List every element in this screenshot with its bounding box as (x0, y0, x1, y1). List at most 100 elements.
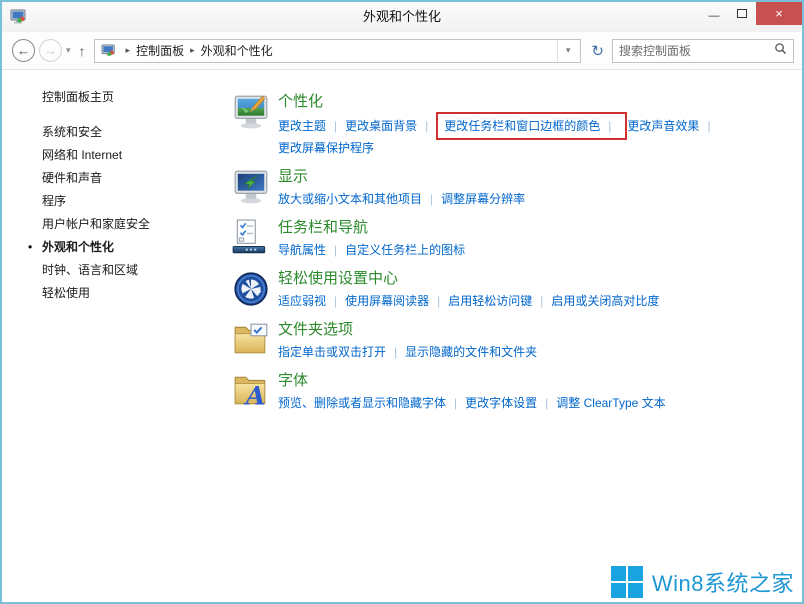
sidebar-item-appearance-personalization[interactable]: • 外观和个性化 (28, 236, 214, 259)
link-change-taskbar-window-border-color[interactable]: 更改任务栏和窗口边框的颜色 (436, 112, 628, 140)
link-change-screen-saver[interactable]: 更改屏幕保护程序 (278, 138, 374, 158)
sidebar-item-hardware-sound[interactable]: 硬件和声音 (42, 167, 214, 190)
sidebar-item-programs[interactable]: 程序 (42, 190, 214, 213)
section-body: 文件夹选项 指定单击或双击打开显示隐藏的文件和文件夹 (278, 320, 748, 362)
sidebar-item-label: 轻松使用 (42, 286, 91, 300)
forward-icon: → (44, 43, 57, 58)
section-body: 个性化 更改主题更改桌面背景更改任务栏和窗口边框的颜色更改声音效果更改屏幕保护程… (278, 92, 748, 158)
watermark: Win8系统之家 (610, 566, 794, 598)
sidebar-item-network-internet[interactable]: 网络和 Internet (42, 144, 214, 167)
close-icon: × (775, 6, 783, 21)
link-change-desktop-background[interactable]: 更改桌面背景 (345, 116, 436, 136)
watermark-text: Win8系统之家 (651, 571, 794, 596)
section-fonts: A 字体 预览、删除或者显示和隐藏字体更改字体设置调整 ClearType 文本 (232, 371, 792, 413)
window-controls: — × (700, 2, 802, 25)
section-ease-of-access-center: 轻松使用设置中心 适应弱视使用屏幕阅读器启用轻松访问键启用或关闭高对比度 (232, 269, 792, 311)
window-title: 外观和个性化 (362, 9, 441, 24)
search-input[interactable] (619, 43, 774, 58)
search-box (612, 38, 794, 63)
link-adjust-screen-resolution[interactable]: 调整屏幕分辨率 (441, 189, 525, 209)
sidebar-item-system-security[interactable]: 系统和安全 (42, 121, 214, 144)
link-change-sound-effects[interactable]: 更改声音效果 (627, 116, 718, 136)
minimize-button[interactable]: — (700, 2, 728, 25)
section-links: 指定单击或双击打开显示隐藏的文件和文件夹 (278, 342, 748, 362)
search-icon[interactable] (774, 42, 787, 60)
window-body: 控制面板主页 系统和安全 网络和 Internet 硬件和声音 程序 用户帐户和… (2, 70, 802, 602)
back-button[interactable]: ← (12, 39, 35, 62)
section-body: 显示 放大或缩小文本和其他项目调整屏幕分辨率 (278, 167, 748, 209)
history-dropdown-button[interactable]: ▾ (66, 45, 71, 56)
link-change-theme[interactable]: 更改主题 (278, 116, 345, 136)
section-title-display[interactable]: 显示 (278, 167, 308, 186)
taskbar-icon (232, 219, 270, 257)
link-preview-delete-show-hide-fonts[interactable]: 预览、删除或者显示和隐藏字体 (278, 393, 465, 413)
sidebar-item-ease-of-access[interactable]: 轻松使用 (42, 282, 214, 305)
sidebar-item-user-accounts[interactable]: 用户帐户和家庭安全 (42, 213, 214, 236)
breadcrumb: ▸ 控制面板 ▸ 外观和个性化 ▾ (93, 38, 582, 63)
control-panel-icon (101, 43, 117, 58)
section-title-fonts[interactable]: 字体 (278, 371, 308, 390)
sidebar-item-label: 硬件和声音 (42, 171, 103, 185)
section-links: 预览、删除或者显示和隐藏字体更改字体设置调整 ClearType 文本 (278, 393, 748, 413)
link-turn-on-easy-access-keys[interactable]: 启用轻松访问键 (448, 291, 551, 311)
section-folder-options: 文件夹选项 指定单击或双击打开显示隐藏的文件和文件夹 (232, 320, 792, 362)
section-title-taskbar-navigation[interactable]: 任务栏和导航 (278, 218, 368, 237)
forward-button[interactable]: → (39, 39, 62, 62)
link-single-or-double-click[interactable]: 指定单击或双击打开 (278, 342, 405, 362)
control-panel-window: 外观和个性化 — × ← → ▾ ↑ ▸ 控制面板 ▸ 外观和个性化 ▾ ↻ 搜… (0, 0, 804, 604)
link-customize-taskbar-icons[interactable]: 自定义任务栏上的图标 (345, 240, 465, 260)
breadcrumb-current[interactable]: 外观和个性化 (199, 42, 275, 59)
svg-text:A: A (244, 381, 266, 410)
sidebar-item-label: 用户帐户和家庭安全 (42, 217, 151, 231)
refresh-button[interactable]: ↻ (587, 42, 612, 60)
sidebar-item-label: 系统和安全 (42, 125, 103, 139)
sidebar-category-list: 系统和安全 网络和 Internet 硬件和声音 程序 用户帐户和家庭安全 • 外… (28, 121, 214, 305)
maximize-button[interactable] (728, 2, 756, 25)
link-adjust-cleartype-text[interactable]: 调整 ClearType 文本 (556, 393, 665, 413)
fonts-icon: A (232, 372, 270, 411)
section-personalization: 个性化 更改主题更改桌面背景更改任务栏和窗口边框的颜色更改声音效果更改屏幕保护程… (232, 92, 792, 158)
section-title-folder-options[interactable]: 文件夹选项 (278, 320, 353, 339)
titlebar: 外观和个性化 — × (2, 2, 802, 32)
link-navigation-properties[interactable]: 导航属性 (278, 240, 345, 260)
breadcrumb-separator-icon: ▸ (190, 45, 195, 55)
section-body: 轻松使用设置中心 适应弱视使用屏幕阅读器启用轻松访问键启用或关闭高对比度 (278, 269, 748, 311)
folder-options-icon (232, 321, 270, 359)
link-make-text-larger-smaller[interactable]: 放大或缩小文本和其他项目 (278, 189, 441, 209)
breadcrumb-control-panel[interactable]: 控制面板 (134, 42, 186, 59)
navigation-bar: ← → ▾ ↑ ▸ 控制面板 ▸ 外观和个性化 ▾ ↻ (2, 32, 802, 70)
up-button[interactable]: ↑ (79, 43, 86, 59)
back-icon: ← (17, 43, 30, 58)
section-title-ease-of-access-center[interactable]: 轻松使用设置中心 (278, 269, 398, 288)
sidebar-item-label: 外观和个性化 (42, 240, 115, 254)
link-accommodate-low-vision[interactable]: 适应弱视 (278, 291, 345, 311)
ease-of-access-icon (232, 270, 270, 308)
sidebar-item-home[interactable]: 控制面板主页 (42, 88, 214, 105)
link-change-font-settings[interactable]: 更改字体设置 (465, 393, 556, 413)
section-body: 任务栏和导航 导航属性自定义任务栏上的图标 (278, 218, 748, 260)
maximize-icon (737, 9, 747, 18)
section-links: 更改主题更改桌面背景更改任务栏和窗口边框的颜色更改声音效果更改屏幕保护程序 (278, 112, 748, 158)
section-body: 字体 预览、删除或者显示和隐藏字体更改字体设置调整 ClearType 文本 (278, 371, 748, 413)
display-icon (232, 168, 270, 206)
section-links: 导航属性自定义任务栏上的图标 (278, 240, 748, 260)
address-dropdown-button[interactable]: ▾ (556, 39, 579, 62)
link-show-hidden-files[interactable]: 显示隐藏的文件和文件夹 (405, 342, 537, 362)
section-title-personalization[interactable]: 个性化 (278, 92, 323, 111)
sidebar: 控制面板主页 系统和安全 网络和 Internet 硬件和声音 程序 用户帐户和… (2, 70, 214, 602)
content-area: 个性化 更改主题更改桌面背景更改任务栏和窗口边框的颜色更改声音效果更改屏幕保护程… (214, 70, 802, 602)
active-bullet-icon: • (28, 240, 33, 254)
sidebar-item-label: 网络和 Internet (42, 148, 123, 162)
section-display: 显示 放大或缩小文本和其他项目调整屏幕分辨率 (232, 167, 792, 209)
link-turn-high-contrast-on-off[interactable]: 启用或关闭高对比度 (551, 291, 659, 311)
section-links: 放大或缩小文本和其他项目调整屏幕分辨率 (278, 189, 748, 209)
section-links: 适应弱视使用屏幕阅读器启用轻松访问键启用或关闭高对比度 (278, 291, 748, 311)
minimize-icon: — (708, 9, 720, 22)
windows-logo-icon (610, 566, 643, 598)
personalization-icon (232, 93, 270, 131)
sidebar-item-clock-language-region[interactable]: 时钟、语言和区域 (42, 259, 214, 282)
section-taskbar-navigation: 任务栏和导航 导航属性自定义任务栏上的图标 (232, 218, 792, 260)
close-button[interactable]: × (756, 2, 802, 25)
link-use-screen-reader[interactable]: 使用屏幕阅读器 (345, 291, 448, 311)
breadcrumb-separator-icon: ▸ (125, 45, 131, 55)
